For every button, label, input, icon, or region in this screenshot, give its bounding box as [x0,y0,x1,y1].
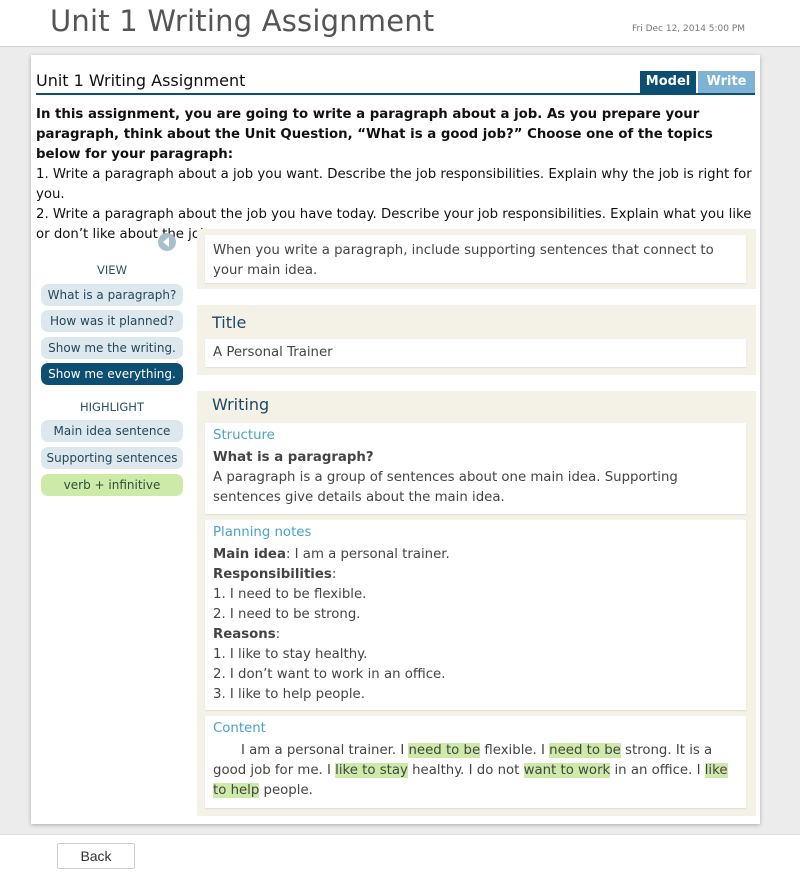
list-item: 1. I like to stay healthy. [213,647,368,662]
highlight-supporting-button[interactable]: Supporting sentences [41,447,183,469]
intro-text: When you write a paragraph, include supp… [205,235,746,283]
writing-heading: Writing [212,395,270,414]
assignment-card: Unit 1 Writing Assignment Model Write In… [31,55,760,824]
view-what-is-paragraph-button[interactable]: What is a paragraph? [41,284,183,306]
structure-question: What is a paragraph? [213,450,374,465]
title-heading: Title [212,313,247,332]
content-label: Content [213,721,266,736]
content-segment: in an office. I [610,763,705,778]
card-title: Unit 1 Writing Assignment [36,71,246,90]
list-item: 2. I don’t want to work in an office. [213,667,446,682]
content-paragraph: I am a personal trainer. I need to be fl… [213,741,738,801]
view-show-everything-button[interactable]: Show me everything. [41,363,183,385]
top-bar: Unit 1 Writing Assignment Fri Dec 12, 20… [0,0,800,47]
content-highlight: need to be [549,743,621,758]
app-title: Unit 1 Writing Assignment [50,4,435,38]
list-item: 2. I need to be strong. [213,607,361,622]
header-divider [36,93,755,95]
structure-answer: A paragraph is a group of sentences abou… [213,470,678,505]
topic-1: 1. Write a paragraph about a job you wan… [36,167,752,202]
card-header: Unit 1 Writing Assignment Model Write [36,55,755,95]
content-highlight: want to work [523,763,611,778]
highlight-verb-infinitive-button[interactable]: verb + infinitive [41,474,183,496]
back-button[interactable]: Back [57,843,135,869]
list-item: 3. I like to help people. [213,687,365,702]
model-content: When you write a paragraph, include supp… [197,229,756,816]
tab-model[interactable]: Model [640,71,696,93]
responsibilities-colon: : [331,567,337,582]
content-segment: flexible. I [480,743,550,758]
footer: Back [0,834,800,873]
reasons-colon: : [275,627,281,642]
structure-box: Structure What is a paragraph? A paragra… [205,423,746,514]
reasons-line: Reasons: [213,625,738,645]
main-idea-label: Main idea [213,547,286,562]
content-segment: people. [259,783,313,798]
responsibilities-label: Responsibilities [213,567,332,582]
instructions-prompt: In this assignment, you are going to wri… [36,107,713,162]
planning-label: Planning notes [213,525,312,540]
highlight-label: HIGHLIGHT [80,400,144,414]
main-idea-line: Main idea: I am a personal trainer. [213,545,738,565]
section-separator [197,289,756,305]
planning-notes-box: Planning notes Main idea: I am a persona… [205,520,746,710]
main-idea-value: : I am a personal trainer. [285,547,450,562]
view-show-writing-button[interactable]: Show me the writing. [41,337,183,359]
section-separator [197,375,756,391]
content-box: Content I am a personal trainer. I need … [205,716,746,808]
tab-write[interactable]: Write [698,71,755,93]
highlight-main-idea-button[interactable]: Main idea sentence [41,420,183,442]
instructions: In this assignment, you are going to wri… [36,105,755,245]
reasons-label: Reasons [213,627,276,642]
content-segment: healthy. I do not [407,763,524,778]
structure-label: Structure [213,428,275,443]
responsibilities-line: Responsibilities: [213,565,738,585]
list-item: 1. I need to be flexible. [213,587,367,602]
sidebar: VIEW What is a paragraph? How was it pla… [41,233,183,513]
collapse-sidebar-icon[interactable] [158,233,176,251]
content-highlight: need to be [408,743,481,758]
title-value: A Personal Trainer [205,339,746,367]
datetime: Fri Dec 12, 2014 5:00 PM [632,24,746,34]
view-how-planned-button[interactable]: How was it planned? [41,310,183,332]
content-segment: I am a personal trainer. I [241,743,409,758]
view-label: VIEW [97,263,127,277]
content-highlight: like to stay [335,763,408,778]
